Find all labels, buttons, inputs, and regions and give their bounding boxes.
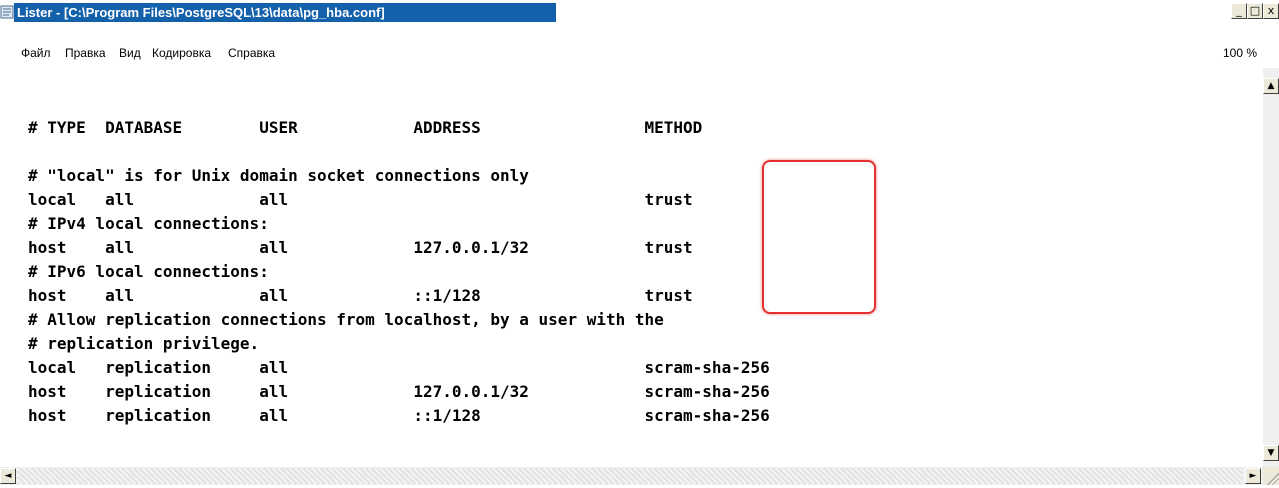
title-bar[interactable]: Lister - [C:\Program Files\PostgreSQL\13…	[0, 0, 1279, 25]
menu-help[interactable]: Справка	[228, 46, 275, 60]
file-line: host replication all ::1/128 scram-sha-2…	[28, 406, 770, 425]
menu-view[interactable]: Вид	[119, 46, 141, 60]
file-line: # IPv4 local connections:	[28, 214, 269, 233]
minimize-button[interactable]: _	[1231, 3, 1247, 19]
maximize-button[interactable]: □	[1247, 3, 1263, 19]
file-line: # IPv6 local connections:	[28, 262, 269, 281]
zoom-level: 100 %	[1222, 46, 1257, 60]
close-button[interactable]: x	[1263, 3, 1279, 19]
file-line: local replication all scram-sha-256	[28, 358, 770, 377]
vertical-scrollbar[interactable]: ▲ ▼	[1263, 68, 1279, 467]
resize-corner[interactable]	[1263, 467, 1279, 485]
horizontal-scrollbar[interactable]: ◄ ►	[0, 467, 1263, 485]
menu-bar: Файл Правка Вид Кодировка Справка 100 %	[0, 46, 1279, 64]
file-content[interactable]: # TYPE DATABASE USER ADDRESS METHOD # "l…	[18, 68, 1263, 467]
file-line: local all all trust	[28, 190, 693, 209]
file-line: # Allow replication connections from loc…	[28, 310, 664, 329]
file-line: # TYPE DATABASE USER ADDRESS METHOD	[28, 118, 703, 137]
lister-app-icon[interactable]	[0, 4, 15, 20]
horizontal-scroll-thumb[interactable]	[18, 468, 1243, 484]
window-title: Lister - [C:\Program Files\PostgreSQL\13…	[17, 5, 385, 20]
scroll-left-icon[interactable]: ◄	[0, 468, 16, 484]
menu-file[interactable]: Файл	[21, 46, 51, 60]
scroll-right-icon[interactable]: ►	[1245, 468, 1261, 484]
method-highlight-box	[762, 160, 876, 314]
file-line: host all all ::1/128 trust	[28, 286, 693, 305]
scroll-up-icon[interactable]: ▲	[1263, 78, 1279, 94]
file-line: # replication privilege.	[28, 334, 260, 353]
file-line: # "local" is for Unix domain socket conn…	[28, 166, 529, 185]
file-line: host all all 127.0.0.1/32 trust	[28, 238, 693, 257]
scroll-down-icon[interactable]: ▼	[1263, 445, 1279, 461]
resize-grip-icon[interactable]	[1267, 473, 1279, 485]
file-line: host replication all 127.0.0.1/32 scram-…	[28, 382, 770, 401]
menu-edit[interactable]: Правка	[65, 46, 106, 60]
menu-encoding[interactable]: Кодировка	[152, 46, 211, 60]
